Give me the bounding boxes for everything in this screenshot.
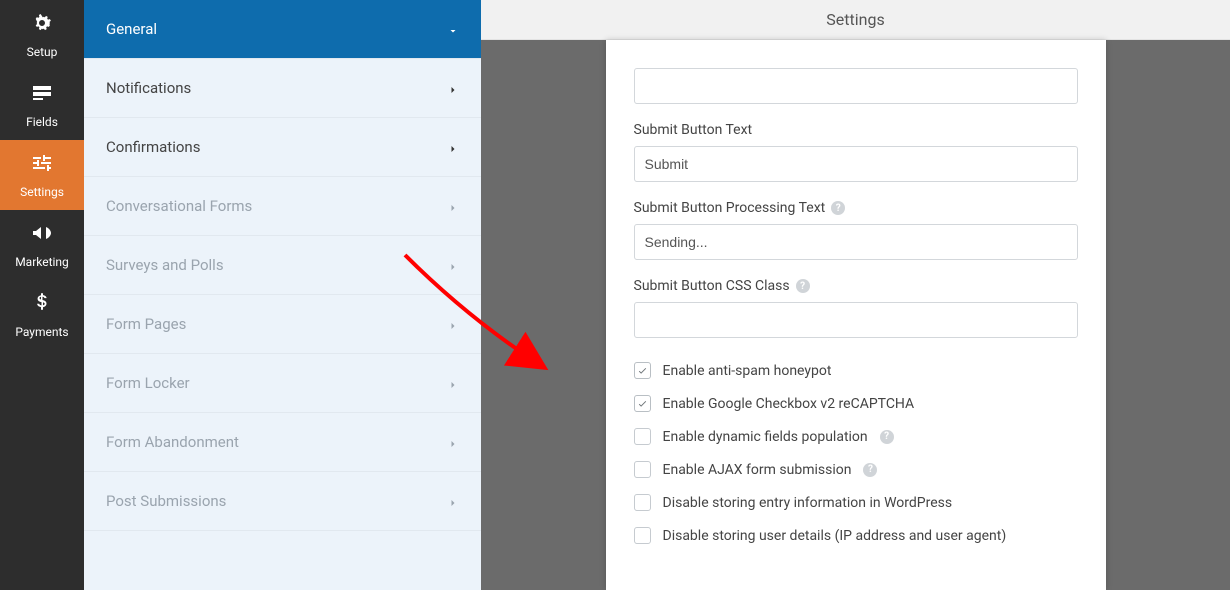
- processing-text-label: Submit Button Processing Text ?: [634, 200, 1078, 216]
- checkbox[interactable]: [634, 527, 651, 544]
- sliders-icon: [30, 151, 54, 179]
- mainbar-label: Setup: [27, 45, 58, 59]
- form-name-input[interactable]: [634, 68, 1078, 104]
- chevron-right-icon: [447, 141, 459, 153]
- mainbar-label: Marketing: [15, 255, 69, 269]
- mainbar-label: Settings: [20, 185, 64, 199]
- checkbox[interactable]: [634, 395, 651, 412]
- checkbox-label: Enable AJAX form submission: [663, 462, 852, 478]
- chevron-right-icon: [447, 200, 459, 212]
- css-class-input[interactable]: [634, 302, 1078, 338]
- mainbar-item-settings[interactable]: Settings: [0, 140, 84, 210]
- chevron-right-icon: [447, 318, 459, 330]
- check-row-nouser: Disable storing user details (IP address…: [634, 527, 1078, 544]
- subbar-item-label: Surveys and Polls: [106, 256, 224, 274]
- submit-text-label: Submit Button Text: [634, 122, 1078, 138]
- chevron-right-icon: [447, 259, 459, 271]
- mainbar: Setup Fields Settings Marketing Payments: [0, 0, 84, 590]
- checkbox-label: Disable storing user details (IP address…: [663, 528, 1007, 544]
- processing-text-input[interactable]: [634, 224, 1078, 260]
- label-text: Submit Button Processing Text: [634, 200, 826, 216]
- subbar-item-label: Form Abandonment: [106, 433, 239, 451]
- bullhorn-icon: [30, 221, 54, 249]
- checkbox[interactable]: [634, 461, 651, 478]
- subbar-item-label: Post Submissions: [106, 492, 226, 510]
- check-row-dynamic: Enable dynamic fields population ?: [634, 428, 1078, 445]
- chevron-right-icon: [447, 495, 459, 507]
- subbar-item-conversational[interactable]: Conversational Forms: [84, 177, 481, 236]
- check-row-honeypot: Enable anti-spam honeypot: [634, 362, 1078, 379]
- help-icon[interactable]: ?: [796, 279, 810, 293]
- subbar-item-label: Notifications: [106, 79, 191, 97]
- subbar-item-formpages[interactable]: Form Pages: [84, 295, 481, 354]
- stage-body: Submit Button Text Submit Button Process…: [481, 40, 1230, 590]
- subbar-item-label: General: [106, 20, 157, 38]
- help-icon[interactable]: ?: [863, 463, 877, 477]
- checkbox[interactable]: [634, 494, 651, 511]
- checkbox-label: Disable storing entry information in Wor…: [663, 495, 953, 511]
- gear-icon: [30, 11, 54, 39]
- subbar-item-label: Form Locker: [106, 374, 190, 392]
- checkbox[interactable]: [634, 428, 651, 445]
- form-fields-icon: [30, 81, 54, 109]
- check-row-ajax: Enable AJAX form submission ?: [634, 461, 1078, 478]
- page-title: Settings: [481, 0, 1230, 40]
- mainbar-item-payments[interactable]: Payments: [0, 280, 84, 350]
- subbar: General Notifications Confirmations Conv…: [84, 0, 481, 590]
- mainbar-item-fields[interactable]: Fields: [0, 70, 84, 140]
- checkbox[interactable]: [634, 362, 651, 379]
- checkbox-list: Enable anti-spam honeypot Enable Google …: [634, 362, 1078, 544]
- chevron-right-icon: [447, 377, 459, 389]
- subbar-item-formlocker[interactable]: Form Locker: [84, 354, 481, 413]
- subbar-item-notifications[interactable]: Notifications: [84, 59, 481, 118]
- chevron-right-icon: [447, 436, 459, 448]
- stage: Settings Submit Button Text Submit Butto…: [481, 0, 1230, 590]
- mainbar-item-marketing[interactable]: Marketing: [0, 210, 84, 280]
- check-row-recaptcha: Enable Google Checkbox v2 reCAPTCHA: [634, 395, 1078, 412]
- css-class-label: Submit Button CSS Class ?: [634, 278, 1078, 294]
- subbar-item-surveys[interactable]: Surveys and Polls: [84, 236, 481, 295]
- subbar-item-label: Form Pages: [106, 315, 186, 333]
- subbar-item-confirmations[interactable]: Confirmations: [84, 118, 481, 177]
- chevron-down-icon: [447, 23, 459, 35]
- checkbox-label: Enable anti-spam honeypot: [663, 363, 832, 379]
- checkbox-label: Enable Google Checkbox v2 reCAPTCHA: [663, 396, 915, 412]
- subbar-item-postsub[interactable]: Post Submissions: [84, 472, 481, 531]
- label-text: Submit Button CSS Class: [634, 278, 790, 294]
- mainbar-label: Fields: [26, 115, 58, 129]
- mainbar-item-setup[interactable]: Setup: [0, 0, 84, 70]
- settings-panel: Submit Button Text Submit Button Process…: [606, 40, 1106, 590]
- submit-text-input[interactable]: [634, 146, 1078, 182]
- dollar-icon: [30, 291, 54, 319]
- check-row-noentry: Disable storing entry information in Wor…: [634, 494, 1078, 511]
- subbar-item-general[interactable]: General: [84, 0, 481, 59]
- mainbar-label: Payments: [15, 325, 68, 339]
- help-icon[interactable]: ?: [831, 201, 845, 215]
- subbar-item-label: Conversational Forms: [106, 197, 252, 215]
- subbar-item-abandonment[interactable]: Form Abandonment: [84, 413, 481, 472]
- checkbox-label: Enable dynamic fields population: [663, 429, 868, 445]
- subbar-item-label: Confirmations: [106, 138, 200, 156]
- chevron-right-icon: [447, 82, 459, 94]
- app-root: Setup Fields Settings Marketing Payments…: [0, 0, 1230, 590]
- help-icon[interactable]: ?: [880, 430, 894, 444]
